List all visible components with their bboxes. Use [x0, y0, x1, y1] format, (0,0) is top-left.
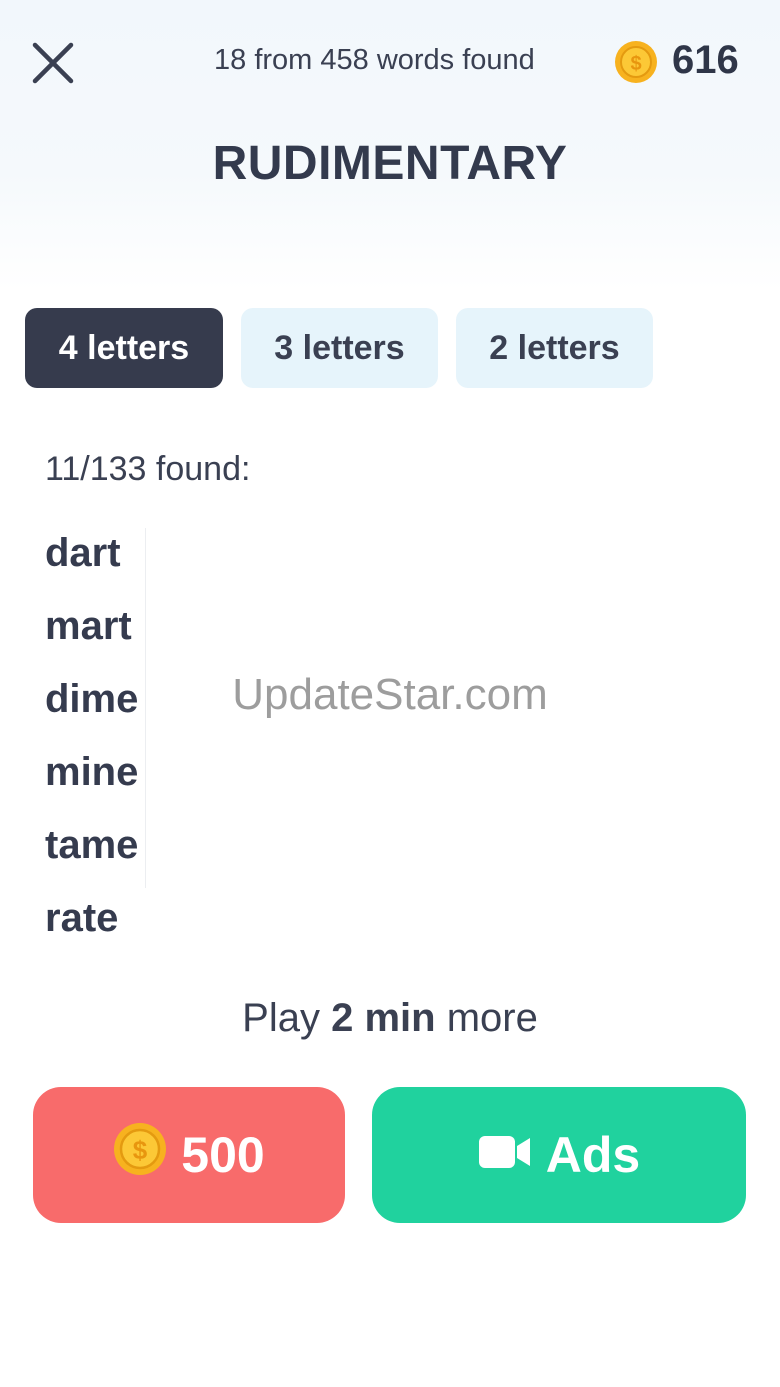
- tab-4-letters[interactable]: 4 letters: [25, 308, 223, 388]
- buy-time-coins-button[interactable]: $ 500: [33, 1087, 345, 1223]
- puzzle-word: RUDIMENTARY: [212, 137, 568, 190]
- coin-icon: $: [113, 1122, 167, 1188]
- list-item: mart: [45, 604, 132, 648]
- tab-2-letters[interactable]: 2 letters: [456, 308, 653, 388]
- play-more-text: Play 2 min more: [0, 996, 780, 1041]
- play-more-duration: 2 min: [331, 996, 436, 1040]
- svg-text:$: $: [133, 1135, 148, 1165]
- watermark: UpdateStar.com: [232, 670, 548, 719]
- play-more-suffix: more: [435, 996, 538, 1040]
- watch-ads-label: Ads: [545, 1127, 641, 1183]
- words-found-progress: 18 from 458 words found: [214, 44, 535, 76]
- close-button[interactable]: [30, 40, 76, 86]
- coin-balance-icon: $: [614, 40, 658, 84]
- watch-ads-button[interactable]: Ads: [372, 1087, 746, 1223]
- tab-3-letters[interactable]: 3 letters: [241, 308, 438, 388]
- svg-text:$: $: [630, 53, 641, 75]
- video-camera-icon: [478, 1126, 532, 1184]
- list-item: tame: [45, 823, 139, 867]
- coin-icon: $: [615, 41, 657, 83]
- list-item: rate: [45, 896, 119, 940]
- found-count-label: 11/133 found:: [45, 450, 251, 488]
- play-more-prefix: Play: [242, 996, 332, 1040]
- list-item: dart: [45, 531, 121, 575]
- close-icon: [32, 42, 74, 84]
- buy-time-coins-label: 500: [181, 1127, 265, 1183]
- list-item: mine: [45, 750, 139, 794]
- coin-balance: 616: [672, 38, 739, 82]
